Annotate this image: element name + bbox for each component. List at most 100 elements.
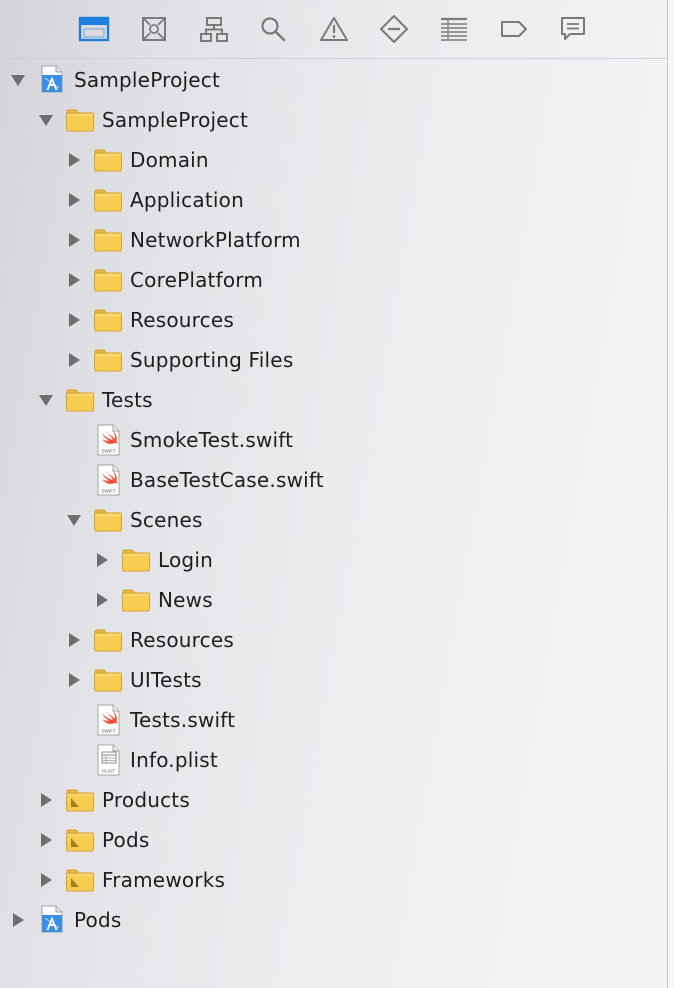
project-navigator-icon[interactable]	[74, 10, 114, 48]
tree-item-label: News	[158, 588, 213, 612]
pane-divider[interactable]	[667, 0, 674, 988]
disclosure-collapsed-icon[interactable]	[66, 152, 82, 168]
navigator-toolbar	[0, 0, 668, 59]
folder-icon	[93, 506, 123, 534]
symbol-navigator-icon[interactable]	[194, 10, 234, 48]
tree-item-label: Resources	[130, 628, 234, 652]
tree-item-label: Pods	[74, 908, 122, 932]
tree-item-label: SmokeTest.swift	[130, 428, 294, 452]
tree-row-pods[interactable]: Pods	[0, 900, 668, 940]
debug-icon[interactable]	[434, 10, 474, 48]
folder-icon	[93, 266, 123, 294]
tree-row-pods[interactable]: Pods	[0, 820, 668, 860]
tree-row-sampleproject[interactable]: SampleProject	[0, 60, 668, 100]
svg-text:SWIFT: SWIFT	[101, 489, 115, 494]
tree-item-label: Login	[158, 548, 213, 572]
tree-item-label: Domain	[130, 148, 209, 172]
tree-item-label: CorePlatform	[130, 268, 264, 292]
folder-icon	[121, 586, 151, 614]
tree-item-label: Frameworks	[102, 868, 226, 892]
breakpoint-icon[interactable]	[494, 10, 534, 48]
swift-file-icon: SWIFT	[93, 464, 123, 496]
tree-row-resources[interactable]: Resources	[0, 620, 668, 660]
report-icon[interactable]	[553, 10, 593, 48]
folder-icon	[93, 666, 123, 694]
swift-file-icon: SWIFT	[93, 424, 123, 456]
folder-icon	[65, 386, 95, 414]
tree-row-tests-swift[interactable]: SWIFT Tests.swift	[0, 700, 668, 740]
tree-item-label: Supporting Files	[130, 348, 294, 372]
disclosure-expanded-icon[interactable]	[38, 112, 54, 128]
folder-icon	[93, 226, 123, 254]
tree-item-label: Resources	[130, 308, 234, 332]
folder-icon	[93, 146, 123, 174]
tree-row-frameworks[interactable]: Frameworks	[0, 860, 668, 900]
folder-icon	[93, 186, 123, 214]
tree-row-coreplatform[interactable]: CorePlatform	[0, 260, 668, 300]
tree-row-info-plist[interactable]: PLIST Info.plist	[0, 740, 668, 780]
tree-row-tests[interactable]: Tests	[0, 380, 668, 420]
disclosure-expanded-icon[interactable]	[38, 392, 54, 408]
issue-icon[interactable]	[314, 10, 354, 48]
tree-item-label: Products	[102, 788, 190, 812]
source-control-icon[interactable]	[134, 10, 174, 48]
tree-row-scenes[interactable]: Scenes	[0, 500, 668, 540]
tree-row-resources[interactable]: Resources	[0, 300, 668, 340]
tree-item-label: SampleProject	[74, 68, 221, 92]
group-folder-icon	[65, 866, 95, 894]
tree-row-supporting-files[interactable]: Supporting Files	[0, 340, 668, 380]
svg-text:SWIFT: SWIFT	[101, 729, 115, 734]
plist-file-icon: PLIST	[93, 744, 123, 776]
disclosure-collapsed-icon[interactable]	[94, 552, 110, 568]
tree-item-label: Application	[130, 188, 244, 212]
disclosure-collapsed-icon[interactable]	[66, 632, 82, 648]
disclosure-collapsed-icon[interactable]	[66, 352, 82, 368]
tree-item-label: Pods	[102, 828, 150, 852]
tree-row-smoketest-swift[interactable]: SWIFT SmokeTest.swift	[0, 420, 668, 460]
disclosure-collapsed-icon[interactable]	[66, 232, 82, 248]
tree-row-domain[interactable]: Domain	[0, 140, 668, 180]
tree-item-label: Scenes	[130, 508, 203, 532]
svg-text:SWIFT: SWIFT	[101, 449, 115, 454]
tree-item-label: Tests.swift	[130, 708, 236, 732]
disclosure-collapsed-icon[interactable]	[66, 192, 82, 208]
project-navigator-pane: SampleProject SampleProject Domain Appli…	[0, 0, 674, 988]
tree-item-label: UITests	[130, 668, 202, 692]
tree-item-label: BaseTestCase.swift	[130, 468, 324, 492]
folder-icon	[121, 546, 151, 574]
tree-item-label: Info.plist	[130, 748, 218, 772]
disclosure-collapsed-icon[interactable]	[66, 312, 82, 328]
tree-item-label: Tests	[102, 388, 153, 412]
disclosure-collapsed-icon[interactable]	[66, 272, 82, 288]
disclosure-expanded-icon[interactable]	[10, 72, 26, 88]
folder-icon	[65, 106, 95, 134]
tree-row-application[interactable]: Application	[0, 180, 668, 220]
find-icon[interactable]	[253, 10, 293, 48]
svg-text:PLIST: PLIST	[102, 769, 115, 774]
xcode-project-icon	[37, 64, 67, 93]
folder-icon	[93, 306, 123, 334]
swift-file-icon: SWIFT	[93, 704, 123, 736]
disclosure-collapsed-icon[interactable]	[38, 792, 54, 808]
disclosure-collapsed-icon[interactable]	[66, 672, 82, 688]
group-folder-icon	[65, 826, 95, 854]
disclosure-collapsed-icon[interactable]	[94, 592, 110, 608]
tree-row-products[interactable]: Products	[0, 780, 668, 820]
test-icon[interactable]	[374, 10, 414, 48]
tree-item-label: SampleProject	[102, 108, 249, 132]
folder-icon	[93, 626, 123, 654]
folder-icon	[93, 346, 123, 374]
disclosure-expanded-icon[interactable]	[66, 512, 82, 528]
tree-row-login[interactable]: Login	[0, 540, 668, 580]
tree-row-uitests[interactable]: UITests	[0, 660, 668, 700]
tree-row-basetestcase-swift[interactable]: SWIFT BaseTestCase.swift	[0, 460, 668, 500]
tree-item-label: NetworkPlatform	[130, 228, 301, 252]
tree-row-news[interactable]: News	[0, 580, 668, 620]
tree-row-networkplatform[interactable]: NetworkPlatform	[0, 220, 668, 260]
group-folder-icon	[65, 786, 95, 814]
disclosure-collapsed-icon[interactable]	[10, 912, 26, 928]
disclosure-collapsed-icon[interactable]	[38, 872, 54, 888]
tree-row-sampleproject[interactable]: SampleProject	[0, 100, 668, 140]
xcode-project-icon	[37, 904, 67, 933]
disclosure-collapsed-icon[interactable]	[38, 832, 54, 848]
